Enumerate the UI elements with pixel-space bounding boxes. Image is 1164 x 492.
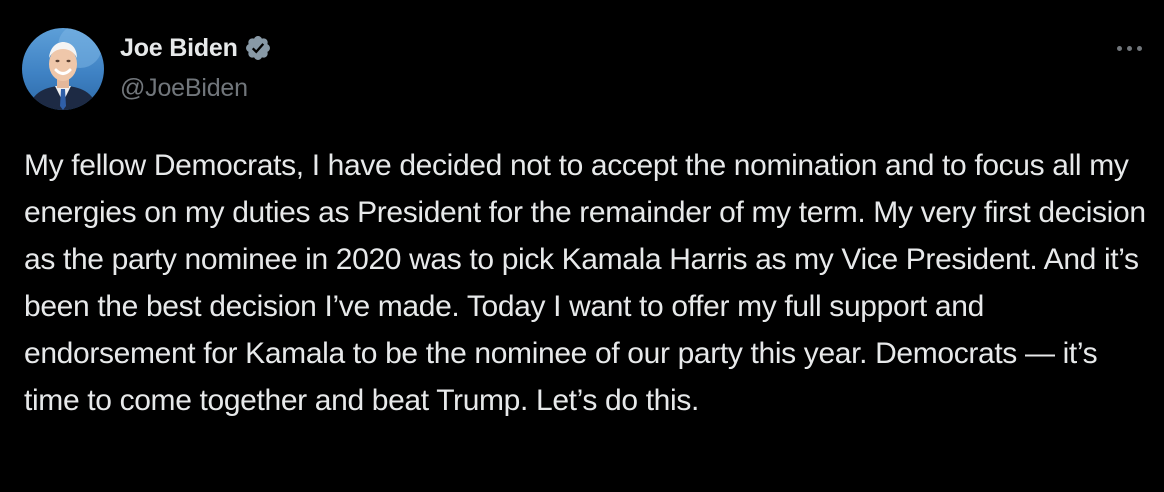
more-horizontal-icon[interactable] — [1117, 38, 1142, 58]
author-block: Joe Biden @JoeBiden — [120, 32, 272, 103]
verified-badge-icon — [244, 34, 272, 62]
dot — [1117, 45, 1122, 51]
tweet-text: My fellow Democrats, I have decided not … — [24, 149, 1146, 417]
avatar[interactable] — [22, 28, 104, 110]
name-row: Joe Biden — [120, 32, 272, 64]
dot — [1127, 45, 1132, 51]
profile-photo-icon — [28, 28, 102, 110]
tweet-card[interactable]: Joe Biden @JoeBiden My fellow Democrats,… — [0, 0, 1164, 492]
dot — [1137, 45, 1142, 51]
display-name[interactable]: Joe Biden — [120, 34, 238, 63]
handle[interactable]: @JoeBiden — [120, 74, 272, 103]
